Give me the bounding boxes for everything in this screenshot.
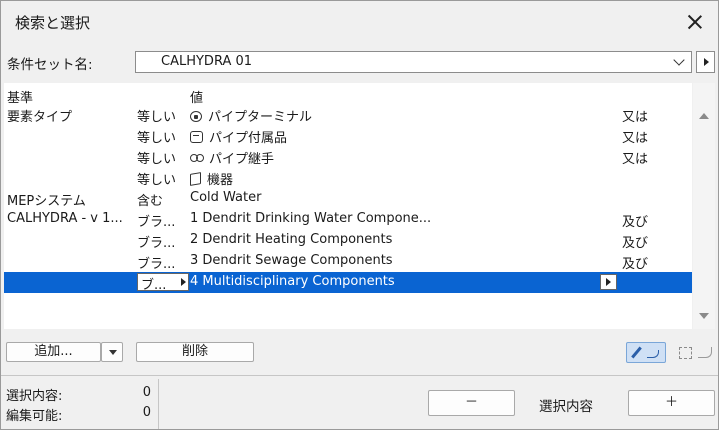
selection-label: 選択内容: [6,389,63,404]
criteria-list: 基準 値 要素タイプ 等しい パイプターミナル 又は 等しい パイプ付属品 又は… [4,83,692,329]
row-logic[interactable]: 又は [622,106,648,125]
row-logic[interactable]: 又は [622,127,648,146]
row-logic[interactable]: 及び [622,211,648,230]
row-value: 2 Dendrit Heating Components [190,232,393,247]
inject-arrow-icon [647,350,659,358]
inject-arrow-icon[interactable] [698,347,712,358]
title-bar: 検索と選択 [1,1,718,45]
triangle-right-icon [704,58,709,66]
operator-dropdown[interactable]: ブ... [137,273,189,293]
row-operator[interactable]: 等しい [137,127,185,146]
row-operator[interactable]: ブラ... [137,211,185,230]
criteria-row[interactable]: 要素タイプ 等しい パイプターミナル 又は [4,104,692,125]
equipment-icon [190,172,201,186]
triangle-right-icon [181,278,186,286]
divider [158,379,159,429]
row-value: Cold Water [190,190,262,205]
row-value: パイプターミナル [208,110,313,125]
row-value: 機器 [207,173,234,188]
add-dropdown-button[interactable] [101,342,123,362]
criteria-header: 基準 値 [4,85,692,106]
add-button[interactable]: 追加... [6,342,101,362]
triangle-right-icon [606,278,611,286]
row-operator[interactable]: 等しい [137,106,185,125]
add-to-selection-button[interactable]: ＋ [628,390,715,416]
pipe-accessory-icon [190,131,203,143]
eyedropper-icon [631,346,642,359]
row-value: 3 Dendrit Sewage Components [190,253,393,268]
row-logic[interactable]: 及び [622,232,648,251]
remove-from-selection-button[interactable]: － [428,390,515,416]
criteria-row[interactable]: CALHYDRA - v 1... ブラ... 1 Dendrit Drinki… [4,209,692,230]
pick-from-model-button[interactable] [626,342,666,363]
delete-button[interactable]: 削除 [136,342,254,362]
value-picker-button[interactable] [600,274,617,290]
row-logic[interactable]: 又は [622,148,648,167]
row-operator[interactable]: ブラ... [137,232,185,251]
criteria-row[interactable]: ブラ... 2 Dendrit Heating Components 及び [4,230,692,251]
criteria-row[interactable]: 等しい パイプ継手 又は [4,146,692,167]
selection-count: 0 [142,385,151,400]
editable-label: 編集可能: [6,409,63,424]
editable-count: 0 [142,405,151,420]
pipe-fitting-icon [190,152,204,164]
divider [1,375,718,376]
vertical-scrollbar[interactable] [693,83,715,329]
criteria-row[interactable]: ブラ... 3 Dendrit Sewage Components 及び [4,251,692,272]
find-select-dialog: 検索と選択 条件セット名: CALHYDRA 01 基準 値 要素タイプ 等しい… [0,0,719,430]
condition-set-next-button[interactable] [696,51,715,73]
criteria-row-selected[interactable]: ブ... 4 Multidisciplinary Components [4,272,692,293]
criteria-row[interactable]: MEPシステム 含む Cold Water [4,188,692,209]
dialog-title: 検索と選択 [15,14,91,32]
row-value: パイプ付属品 [209,131,288,146]
row-criterion: CALHYDRA - v 1... [7,211,123,226]
row-value: 1 Dendrit Drinking Water Compone... [190,211,432,226]
close-icon[interactable] [684,11,706,33]
row-criterion: 要素タイプ [7,110,73,125]
marquee-icon[interactable] [679,347,692,359]
selection-text: 選択内容 [539,399,593,415]
scroll-down-icon[interactable] [699,313,709,319]
condition-set-label: 条件セット名: [7,57,93,73]
row-operator[interactable]: ブラ... [137,253,185,272]
row-logic[interactable]: 及び [622,253,648,272]
criteria-row[interactable]: 等しい パイプ付属品 又は [4,125,692,146]
condition-set-dropdown[interactable]: CALHYDRA 01 [135,51,692,73]
criteria-row[interactable]: 等しい 機器 [4,167,692,188]
scroll-up-icon[interactable] [699,113,709,119]
row-value: 4 Multidisciplinary Components [190,274,395,289]
row-operator[interactable]: 等しい [137,169,185,188]
condition-set-value: CALHYDRA 01 [161,54,253,69]
row-value: パイプ継手 [209,152,275,167]
row-criterion: MEPシステム [7,194,86,209]
row-operator: ブ... [141,278,167,293]
chevron-down-icon [673,54,685,66]
row-operator[interactable]: 等しい [137,148,185,167]
row-operator[interactable]: 含む [137,190,185,209]
pipe-terminal-icon [190,111,202,122]
